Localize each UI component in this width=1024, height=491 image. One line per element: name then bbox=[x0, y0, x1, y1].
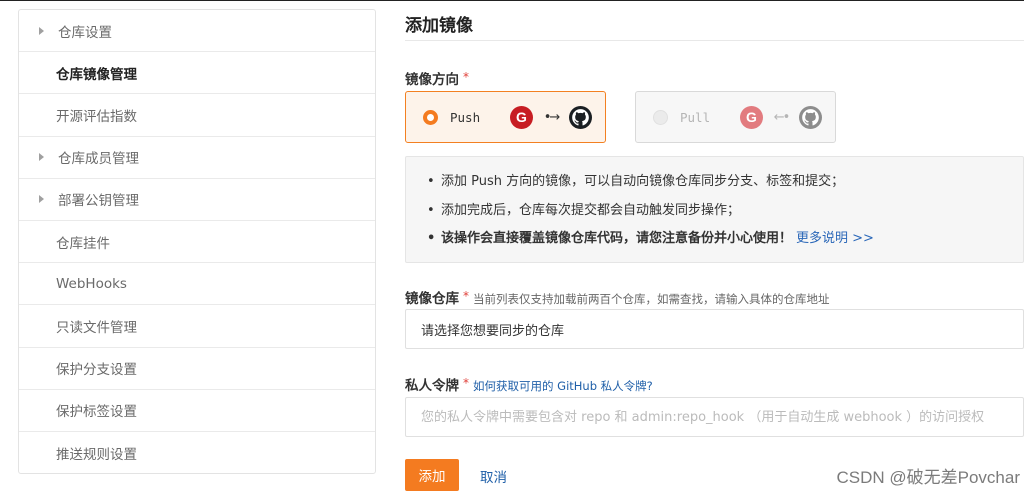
sidebar-item-label: 保护标签设置 bbox=[56, 404, 137, 421]
sidebar-item-mirror-management[interactable]: 仓库镜像管理 bbox=[19, 52, 375, 95]
sidebar-item-label: 仓库设置 bbox=[58, 24, 112, 41]
token-label: 私人令牌 * 如何获取可用的 GitHub 私人令牌? bbox=[405, 374, 653, 394]
info-warning-line: • 该操作会直接覆盖镜像仓库代码，请您注意备份并小心使用！ 更多说明 >> bbox=[427, 230, 1023, 259]
sidebar-item-label: 推送规则设置 bbox=[56, 446, 137, 463]
direction-label: 镜像方向 * bbox=[405, 68, 469, 88]
bullet-icon: • bbox=[427, 202, 435, 218]
github-logo-icon bbox=[569, 105, 592, 129]
info-box: • 添加 Push 方向的镜像，可以自动向镜像仓库同步分支、标签和提交； • 添加完… bbox=[405, 156, 1024, 263]
add-button[interactable]: 添加 bbox=[405, 459, 459, 491]
page-title: 添加镜像 bbox=[405, 16, 473, 36]
info-warning-text: 该操作会直接覆盖镜像仓库代码，请您注意备份并小心使用！ bbox=[441, 231, 793, 246]
token-label-text: 私人令牌 bbox=[405, 378, 459, 394]
gitee-logo-icon: G bbox=[740, 105, 763, 129]
caret-right-icon bbox=[39, 26, 44, 35]
arrow-left-icon: ←• bbox=[773, 109, 791, 125]
settings-sidebar: 仓库设置 仓库镜像管理 开源评估指数 仓库成员管理 部署公钥管理 仓库挂件 We… bbox=[18, 9, 376, 474]
repo-label-text: 镜像仓库 bbox=[405, 291, 459, 307]
radio-disabled-icon[interactable] bbox=[653, 109, 668, 125]
direction-label-text: 镜像方向 bbox=[405, 72, 459, 88]
sidebar-item-label: 部署公钥管理 bbox=[58, 193, 139, 210]
direction-option-label: Push bbox=[450, 109, 481, 125]
direction-option-pull[interactable]: Pull G ←• bbox=[635, 91, 836, 143]
sidebar-item-label: 仓库成员管理 bbox=[58, 151, 139, 168]
sidebar-item-label: 仓库镜像管理 bbox=[56, 66, 137, 83]
sidebar-item-label: 保护分支设置 bbox=[56, 362, 137, 379]
sidebar-item-push-rules[interactable]: 推送规则设置 bbox=[19, 432, 375, 474]
sidebar-item-webhooks[interactable]: WebHooks bbox=[19, 263, 375, 306]
sidebar-item-members[interactable]: 仓库成员管理 bbox=[19, 137, 375, 179]
arrow-right-icon: •→ bbox=[543, 109, 561, 125]
token-help-link[interactable]: 如何获取可用的 GitHub 私人令牌? bbox=[473, 379, 653, 393]
sidebar-item-protected-tags[interactable]: 保护标签设置 bbox=[19, 390, 375, 432]
repo-hint: 当前列表仅支持加载前两百个仓库，如需查找，请输入具体的仓库地址 bbox=[473, 292, 830, 306]
sidebar-item-protected-branches[interactable]: 保护分支设置 bbox=[19, 348, 375, 390]
radio-checked-icon[interactable] bbox=[423, 109, 438, 125]
bullet-icon: • bbox=[427, 231, 436, 246]
gitee-logo-icon: G bbox=[510, 105, 533, 129]
mirror-form: 添加镜像 镜像方向 * Push G •→ Pull G ←• • 添加 Push … bbox=[405, 0, 1024, 491]
more-info-link[interactable]: 更多说明 >> bbox=[796, 231, 874, 246]
required-marker: * bbox=[463, 289, 469, 303]
caret-right-icon bbox=[39, 153, 44, 162]
sidebar-item-readonly-files[interactable]: 只读文件管理 bbox=[19, 305, 375, 348]
watermark: CSDN @破无差Povchar bbox=[836, 468, 1020, 487]
required-marker: * bbox=[463, 376, 469, 390]
sidebar-item-label: 仓库挂件 bbox=[56, 235, 110, 252]
sidebar-item-deploy-keys[interactable]: 部署公钥管理 bbox=[19, 179, 375, 221]
sidebar-item-repo-settings[interactable]: 仓库设置 bbox=[19, 10, 375, 53]
title-divider bbox=[405, 40, 1024, 41]
direction-option-label: Pull bbox=[680, 109, 711, 125]
repo-label: 镜像仓库 * 当前列表仅支持加载前两百个仓库，如需查找，请输入具体的仓库地址 bbox=[405, 287, 830, 307]
repo-select-value: 请选择您想要同步的仓库 bbox=[421, 323, 565, 339]
token-input[interactable] bbox=[405, 397, 1024, 437]
required-marker: * bbox=[463, 70, 469, 84]
repo-select[interactable]: 请选择您想要同步的仓库 bbox=[405, 309, 1024, 349]
direction-option-push[interactable]: Push G •→ bbox=[405, 91, 606, 143]
sidebar-item-label: 只读文件管理 bbox=[56, 319, 137, 336]
github-logo-icon bbox=[799, 105, 822, 129]
info-line-text: 添加 Push 方向的镜像，可以自动向镜像仓库同步分支、标签和提交； bbox=[441, 174, 845, 189]
sidebar-item-label: WebHooks bbox=[56, 275, 127, 292]
caret-right-icon bbox=[39, 195, 44, 204]
info-line: • 添加完成后，仓库每次提交都会自动触发同步操作； bbox=[427, 202, 1023, 231]
sidebar-item-open-source-index[interactable]: 开源评估指数 bbox=[19, 94, 375, 137]
bullet-icon: • bbox=[427, 174, 435, 189]
info-line-text: 添加完成后，仓库每次提交都会自动触发同步操作； bbox=[441, 202, 741, 218]
info-line: • 添加 Push 方向的镜像，可以自动向镜像仓库同步分支、标签和提交； bbox=[427, 173, 1023, 202]
cancel-button[interactable]: 取消 bbox=[480, 466, 507, 486]
sidebar-item-label: 开源评估指数 bbox=[56, 108, 137, 125]
sidebar-item-widgets[interactable]: 仓库挂件 bbox=[19, 221, 375, 264]
